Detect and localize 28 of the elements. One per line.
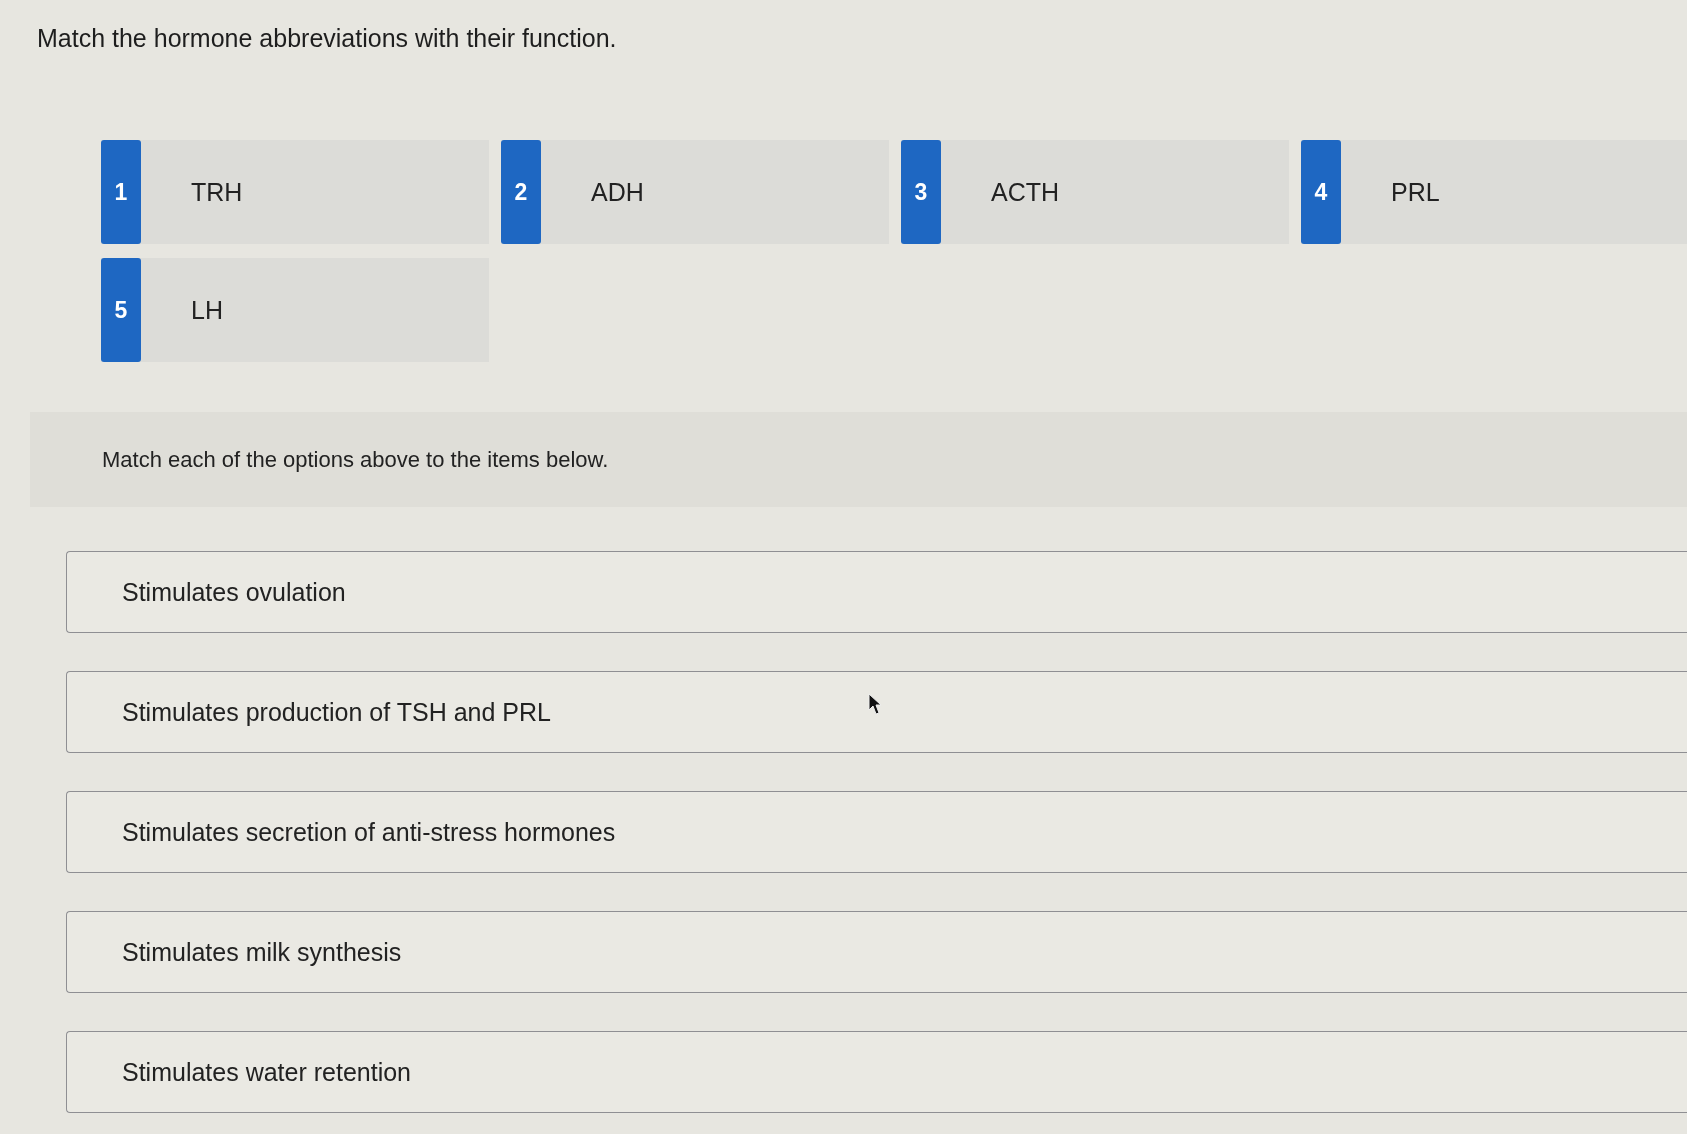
item-text: Stimulates secretion of anti-stress hormones bbox=[122, 817, 616, 847]
drop-target[interactable]: Stimulates production of TSH and PRL bbox=[66, 671, 1687, 753]
number-tab: 1 bbox=[101, 140, 141, 244]
option-card[interactable]: 1 TRH bbox=[101, 140, 489, 244]
number-tab: 3 bbox=[901, 140, 941, 244]
option-label: LH bbox=[191, 295, 223, 325]
item-text: Stimulates milk synthesis bbox=[122, 937, 402, 967]
drop-target[interactable]: Stimulates milk synthesis bbox=[66, 911, 1687, 993]
option-label: TRH bbox=[191, 177, 243, 207]
option-card[interactable]: 3 ACTH bbox=[901, 140, 1289, 244]
option-card[interactable]: 4 PRL bbox=[1301, 140, 1687, 244]
instruction-text: Match each of the options above to the items below. bbox=[102, 446, 609, 473]
option-label: ADH bbox=[591, 177, 644, 207]
item-text: Stimulates water retention bbox=[122, 1057, 412, 1087]
cursor-icon bbox=[868, 693, 882, 715]
drop-target[interactable]: Stimulates ovulation bbox=[66, 551, 1687, 633]
option-label: ACTH bbox=[991, 177, 1060, 207]
number-tab: 4 bbox=[1301, 140, 1341, 244]
question-title: Match the hormone abbreviations with their function. bbox=[37, 23, 618, 54]
number-tab: 2 bbox=[501, 140, 541, 244]
drop-target[interactable]: Stimulates secretion of anti-stress hormones bbox=[66, 791, 1687, 873]
drop-target[interactable]: Stimulates water retention bbox=[66, 1031, 1687, 1113]
item-text: Stimulates ovulation bbox=[122, 577, 346, 607]
item-text: Stimulates production of TSH and PRL bbox=[122, 697, 551, 727]
option-label: PRL bbox=[1391, 177, 1440, 207]
number-tab: 5 bbox=[101, 258, 141, 362]
option-card[interactable]: 5 LH bbox=[101, 258, 489, 362]
option-card[interactable]: 2 ADH bbox=[501, 140, 889, 244]
